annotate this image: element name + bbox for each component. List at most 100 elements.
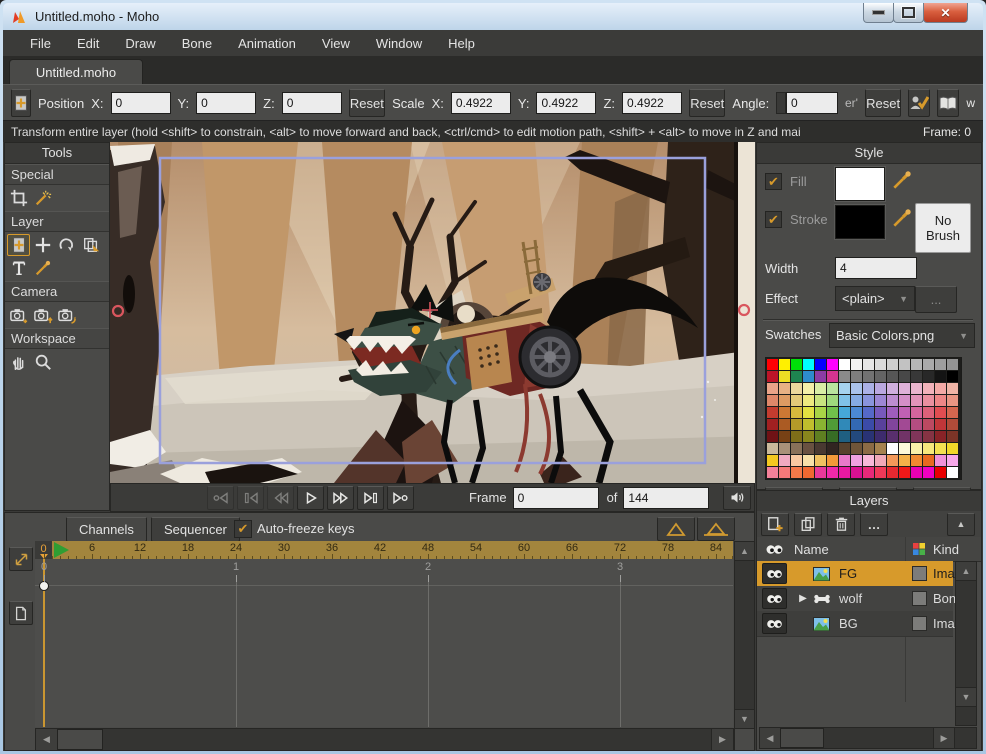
color-swatch[interactable] [803,455,814,466]
color-swatch[interactable] [839,383,850,394]
color-swatch[interactable] [899,383,910,394]
color-swatch[interactable] [803,431,814,442]
color-swatch[interactable] [815,443,826,454]
transform-layer-tool[interactable] [7,234,30,256]
menu-help[interactable]: Help [435,32,488,55]
color-swatch[interactable] [779,443,790,454]
color-swatch[interactable] [815,371,826,382]
color-swatch[interactable] [875,407,886,418]
color-swatch[interactable] [767,371,778,382]
color-swatch[interactable] [791,419,802,430]
menu-file[interactable]: File [17,32,64,55]
color-swatch[interactable] [827,383,838,394]
name-column-label[interactable]: Name [794,542,829,557]
layer-menu-button[interactable]: … [860,513,888,536]
zoom-camera-tool[interactable] [31,304,54,326]
layers-scroll-left-button[interactable]: ◀ [759,727,781,749]
color-swatch[interactable] [875,359,886,370]
play-button[interactable] [297,486,324,510]
color-swatch[interactable] [827,467,838,478]
color-swatch[interactable] [935,383,946,394]
color-swatch[interactable] [863,431,874,442]
delete-layer-button[interactable] [827,513,855,536]
color-swatch[interactable] [947,431,958,442]
color-swatch[interactable] [923,431,934,442]
color-swatch[interactable] [827,419,838,430]
color-swatch[interactable] [935,443,946,454]
color-swatch[interactable] [851,431,862,442]
color-swatch[interactable] [839,359,850,370]
eyedropper-tool[interactable] [31,257,54,279]
color-swatch[interactable] [875,419,886,430]
color-swatch[interactable] [947,395,958,406]
color-swatch[interactable] [911,371,922,382]
color-swatch[interactable] [935,455,946,466]
pan-tool[interactable] [7,351,30,373]
position-reset-button[interactable]: Reset [349,89,385,117]
color-swatch[interactable] [947,467,958,478]
color-swatch[interactable] [779,455,790,466]
color-swatch[interactable] [887,443,898,454]
color-swatch[interactable] [875,431,886,442]
timeline-doc-button[interactable] [9,601,33,625]
rotate-layer-tool[interactable] [55,234,78,256]
color-swatch[interactable] [791,407,802,418]
color-swatch[interactable] [875,383,886,394]
color-swatch[interactable] [779,467,790,478]
visibility-column-icon[interactable] [765,543,784,556]
color-swatch[interactable] [911,419,922,430]
color-swatch[interactable] [863,359,874,370]
copy-layer-tool[interactable] [79,234,102,256]
tools-panel-header[interactable]: Tools [5,143,109,164]
color-swatch[interactable] [899,467,910,478]
color-swatch[interactable] [911,431,922,442]
color-swatch[interactable] [803,443,814,454]
collapse-panel-button[interactable]: ▲ [947,513,975,536]
color-swatch[interactable] [935,431,946,442]
fast-forward-button[interactable] [327,486,354,510]
color-swatch[interactable] [839,371,850,382]
color-swatch[interactable] [851,371,862,382]
color-swatch[interactable] [935,419,946,430]
color-column-icon[interactable] [912,542,926,556]
color-swatch[interactable] [911,443,922,454]
track-camera-tool[interactable] [7,304,30,326]
color-swatch[interactable] [803,359,814,370]
onion-range-button[interactable] [697,517,735,541]
color-swatch[interactable] [815,455,826,466]
timeline-track[interactable]: 0123 [35,559,733,727]
position-x-input[interactable] [111,92,171,114]
color-swatch[interactable] [803,407,814,418]
color-swatch[interactable] [935,395,946,406]
fill-checkbox[interactable]: ✔ [765,173,782,190]
color-swatch[interactable] [767,359,778,370]
color-swatch[interactable] [839,431,850,442]
menu-window[interactable]: Window [363,32,435,55]
color-swatch[interactable] [923,419,934,430]
timeline-ruler[interactable]: 0 612182430364248546066727884 [35,541,733,559]
color-swatch[interactable] [911,395,922,406]
color-swatch[interactable] [911,359,922,370]
color-swatch[interactable] [791,383,802,394]
color-swatch[interactable] [779,383,790,394]
close-button[interactable]: ✕ [923,3,968,23]
color-swatch[interactable] [767,407,778,418]
minimize-button[interactable] [863,3,894,23]
angle-reset-button[interactable]: Reset [865,89,901,117]
menu-draw[interactable]: Draw [112,32,168,55]
jump-to-end-button[interactable] [387,486,414,510]
color-swatch[interactable] [851,419,862,430]
color-swatch[interactable] [851,359,862,370]
color-swatch[interactable] [851,467,862,478]
canvas[interactable] [110,142,755,483]
fill-color-swatch[interactable] [835,167,885,201]
color-swatch[interactable] [767,467,778,478]
fill-eyedropper-icon[interactable] [891,169,913,191]
color-swatch[interactable] [767,443,778,454]
color-swatch[interactable] [947,443,958,454]
color-swatch[interactable] [887,371,898,382]
expand-timeline-button[interactable] [9,547,33,571]
scale-y-input[interactable] [536,92,596,114]
color-swatch[interactable] [863,467,874,478]
color-swatch[interactable] [923,371,934,382]
